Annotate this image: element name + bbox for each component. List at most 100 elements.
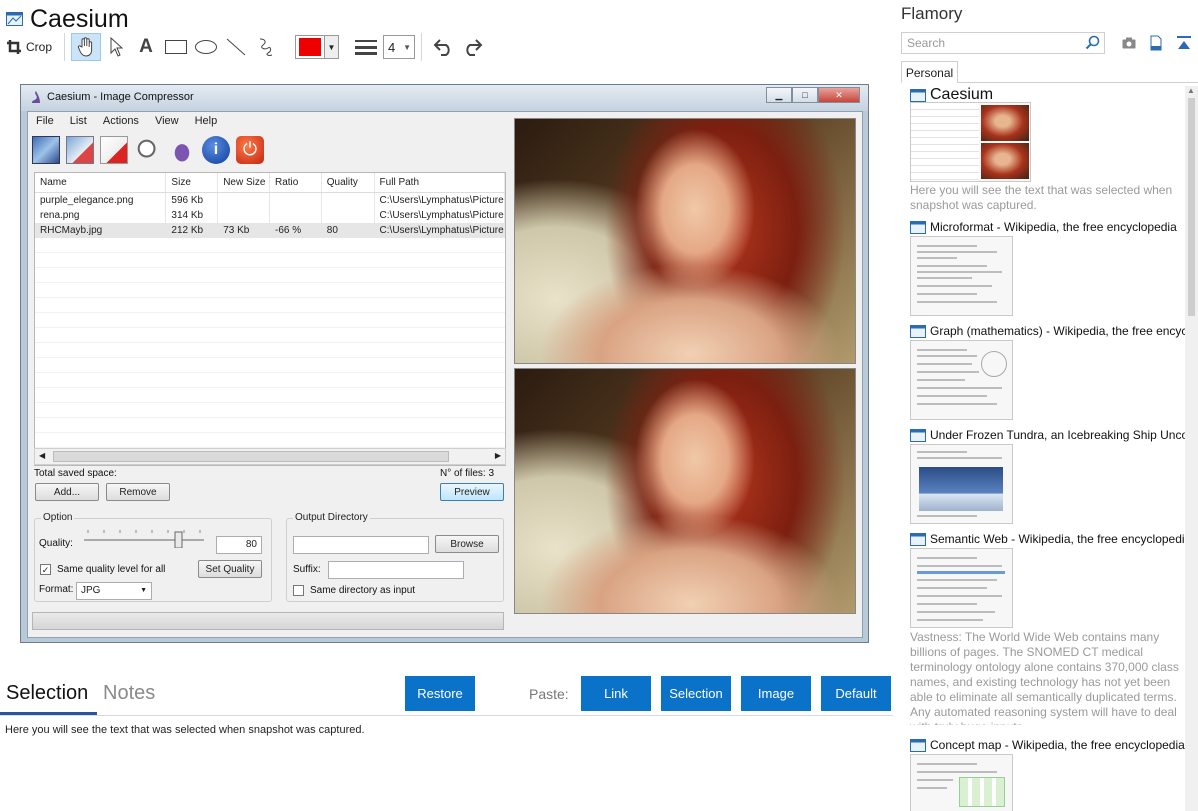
snapshot-window-controls: ▁ □ ✕ [766, 87, 860, 103]
suffix-label: Suffix: [293, 564, 321, 575]
rectangle-tool-button[interactable] [161, 33, 191, 61]
table-empty-area [35, 238, 505, 465]
caesium-app-icon [32, 91, 40, 103]
app-window-icon [910, 324, 926, 338]
line-width-select[interactable]: 4 ▼ [383, 35, 416, 59]
list-item[interactable]: Microformat - Wikipedia, the free encycl… [893, 220, 1185, 320]
app-window-icon [910, 88, 926, 102]
annotation-toolbar: Crop A ▼ 4 ▼ [6, 32, 488, 62]
paste-image-button[interactable]: Image [741, 676, 811, 711]
list-item-description: Here you will see the text that was sele… [910, 183, 1173, 212]
snapshot-menu-actions: Actions [102, 115, 139, 127]
line-icon [226, 38, 246, 56]
table-cell: C:\Users\Lymphatus\Pictures [375, 193, 505, 208]
freehand-tool-button[interactable] [251, 33, 281, 61]
chevron-up-icon[interactable]: ▲ [1187, 86, 1195, 95]
snapshot-client-area: File List Actions View Help i ⏻ Name Siz… [27, 111, 863, 638]
main-panel: Caesium Crop A ▼ 4 ▼ Caesium - Image Com… [0, 0, 893, 811]
column-header: Name [35, 173, 167, 192]
list-item[interactable]: Caesium Here you will see the text that … [893, 86, 1185, 216]
app-window-icon [910, 220, 926, 234]
redo-button[interactable] [458, 33, 488, 61]
tab-personal[interactable]: Personal [901, 61, 958, 83]
tab-notes[interactable]: Notes [103, 682, 155, 705]
original-preview-image [514, 118, 856, 364]
preview-zoom-icon [134, 136, 162, 164]
list-item[interactable]: Under Frozen Tundra, an Icebreaking Ship… [893, 428, 1185, 528]
pointer-tool-button[interactable] [101, 33, 131, 61]
app-window-icon [6, 12, 23, 26]
table-cell [322, 208, 375, 223]
page-title: Caesium [30, 4, 129, 33]
text-tool-button[interactable]: A [131, 33, 161, 61]
search-icon[interactable] [1085, 35, 1100, 50]
tab-selection[interactable]: Selection [6, 682, 88, 705]
toolbar-separator [421, 33, 423, 61]
search-placeholder: Search [907, 36, 946, 50]
list-item[interactable]: Concept map - Wikipedia, the free encycl… [893, 738, 1185, 811]
scrollbar-thumb[interactable] [1188, 98, 1195, 316]
color-swatch [299, 38, 322, 56]
power-icon: ⏻ [236, 136, 264, 164]
snapshot-menu-view: View [154, 115, 179, 127]
hand-tool-button[interactable] [71, 33, 102, 61]
crop-button[interactable]: Crop [6, 33, 52, 61]
close-icon: ✕ [818, 87, 860, 103]
sidebar-scrollbar[interactable]: ▲ [1185, 86, 1198, 811]
line-width-icon [353, 33, 379, 61]
chevron-down-icon: ▼ [403, 42, 412, 52]
search-input[interactable]: Search [901, 32, 1105, 54]
snapshot-thumbnail [910, 340, 1013, 420]
table-cell [270, 193, 322, 208]
ellipse-tool-button[interactable] [191, 33, 221, 61]
table-cell: -66 % [270, 223, 322, 238]
table-cell: RHCMayb.jpg [35, 223, 167, 238]
restore-button[interactable]: Restore [405, 676, 475, 711]
selection-text-area[interactable]: Here you will see the text that was sele… [5, 724, 365, 736]
same-quality-checkbox: ✓ [40, 564, 51, 575]
rectangle-icon [165, 40, 188, 54]
snapshot-list: Caesium Here you will see the text that … [893, 86, 1185, 811]
camera-icon[interactable] [1121, 35, 1137, 51]
scrollbar-thumb [53, 451, 449, 462]
crop-icon [7, 40, 21, 54]
list-item[interactable]: Semantic Web - Wikipedia, the free encyc… [893, 532, 1185, 742]
collapse-panel-icon[interactable] [1176, 35, 1192, 51]
column-header: Full Path [375, 173, 505, 192]
table-row: rena.png 314 Kb C:\Users\Lymphatus\Pictu… [35, 208, 505, 223]
pointer-icon [110, 37, 124, 57]
list-item-title: Semantic Web - Wikipedia, the free encyc… [930, 532, 1185, 546]
info-icon: i [202, 136, 230, 164]
chevron-down-icon: ▼ [140, 587, 147, 594]
paste-default-button[interactable]: Default [821, 676, 891, 711]
paste-link-button[interactable]: Link [581, 676, 651, 711]
active-tab-indicator [0, 712, 97, 715]
flamory-window: Caesium Crop A ▼ 4 ▼ Caesium - Image Com… [0, 0, 1198, 811]
snapshot-add-button: Add... [35, 483, 99, 501]
snapshot-image[interactable]: Caesium - Image Compressor ▁ □ ✕ File Li… [20, 84, 869, 643]
quality-slider [84, 530, 204, 548]
snapshot-thumbnail [910, 444, 1013, 524]
color-picker[interactable]: ▼ [295, 35, 340, 59]
table-cell: 314 Kb [166, 208, 219, 223]
document-icon[interactable] [1148, 35, 1164, 51]
open-images-icon [32, 136, 60, 164]
table-cell [218, 193, 270, 208]
minimize-icon: ▁ [766, 87, 792, 103]
same-quality-label: Same quality level for all [57, 564, 166, 575]
column-header: New Size [218, 173, 270, 192]
column-header: Size [166, 173, 219, 192]
format-select-value: JPG [81, 585, 101, 596]
line-tool-button[interactable] [221, 33, 251, 61]
snapshot-progress-bar [32, 612, 504, 630]
undo-button[interactable] [428, 33, 458, 61]
list-item-header: Microformat - Wikipedia, the free encycl… [910, 220, 1185, 234]
list-item-title: Concept map - Wikipedia, the free encycl… [930, 738, 1185, 752]
paste-selection-button[interactable]: Selection [661, 676, 731, 711]
list-item[interactable]: Graph (mathematics) - Wikipedia, the fre… [893, 324, 1185, 424]
snapshot-menubar: File List Actions View Help [36, 115, 233, 127]
table-cell [270, 208, 322, 223]
line-width-value: 4 [388, 39, 396, 55]
chevron-left-icon: ◀ [39, 451, 46, 460]
snapshot-menu-help: Help [194, 115, 218, 127]
